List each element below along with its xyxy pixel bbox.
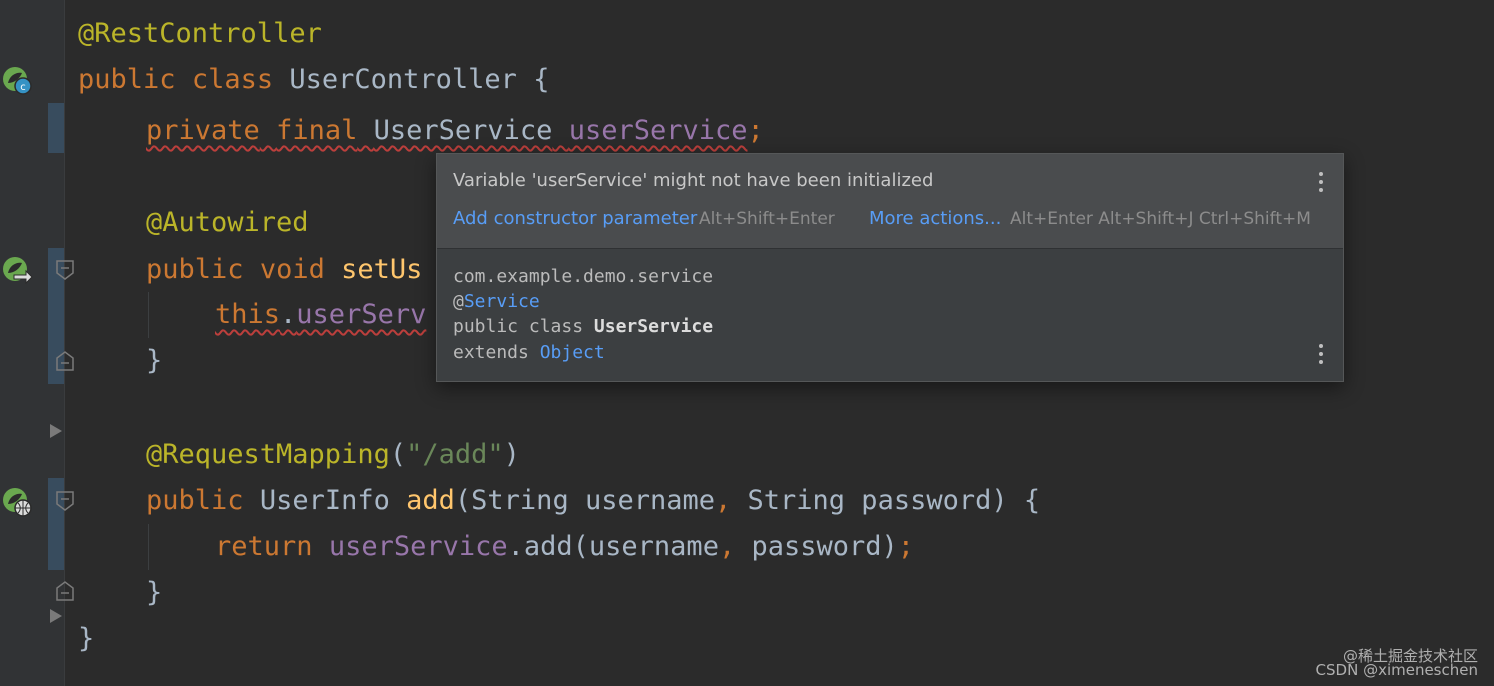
doc-annotation-line: @Service xyxy=(453,289,540,314)
dot-token: . xyxy=(280,299,297,330)
more-actions-link[interactable]: More actions... xyxy=(869,208,1001,229)
annotation-token: @RequestMapping xyxy=(146,439,390,470)
keyword-token: this xyxy=(215,299,281,330)
fold-end-icon[interactable] xyxy=(55,350,75,372)
problem-message: Variable 'userService' might not have be… xyxy=(453,170,934,191)
indent-guide xyxy=(148,292,149,338)
semicolon-token: ; xyxy=(747,115,764,146)
keyword-token: final xyxy=(276,115,358,146)
indent-guide xyxy=(148,524,149,570)
comma-token: , xyxy=(718,531,736,562)
paren-token: ( xyxy=(389,439,407,470)
doc-declaration-line: public class UserService xyxy=(453,314,713,339)
brace-token: { xyxy=(516,64,550,95)
inspection-popup: Variable 'userService' might not have be… xyxy=(436,153,1344,382)
code-line-5[interactable]: public void setUs xyxy=(146,247,422,293)
params-token: (String username xyxy=(454,485,715,516)
code-line-3[interactable]: private final UserService userService; xyxy=(146,108,764,154)
field-token: userServ xyxy=(296,299,427,330)
primary-action-shortcut: Alt+Shift+Enter xyxy=(699,209,835,229)
comma-token: , xyxy=(715,485,732,516)
spring-bean-class-icon[interactable]: c xyxy=(0,64,34,98)
popup-options-kebab-icon[interactable] xyxy=(1314,170,1328,194)
doc-object-link[interactable]: Object xyxy=(540,342,605,363)
code-line-12[interactable]: } xyxy=(78,616,94,662)
brace-token: } xyxy=(146,577,163,608)
fold-end-icon[interactable] xyxy=(55,580,75,602)
code-line-11[interactable]: } xyxy=(146,570,162,616)
doc-options-kebab-icon[interactable] xyxy=(1314,342,1328,366)
keyword-token: return xyxy=(215,531,313,562)
doc-extends-line: extends Object xyxy=(453,340,605,365)
code-line-2[interactable]: public class UserController { xyxy=(78,57,549,103)
brace-token: } xyxy=(78,623,95,654)
args-token: password) xyxy=(735,531,898,562)
doc-package: com.example.demo.service xyxy=(453,266,714,287)
code-line-7[interactable]: } xyxy=(146,338,162,384)
doc-extends-prefix: extends xyxy=(453,342,540,363)
doc-class-name: UserService xyxy=(593,316,714,337)
class-name-token: UserController xyxy=(289,64,517,95)
spring-autowired-method-icon[interactable] xyxy=(0,254,34,288)
collapsed-region-arrow-icon[interactable] xyxy=(47,422,65,440)
keyword-token: public xyxy=(146,254,244,285)
svg-text:c: c xyxy=(20,82,26,93)
fold-start-icon[interactable] xyxy=(55,259,75,281)
annotation-token: @RestController xyxy=(78,18,322,49)
call-token: .add(username xyxy=(507,531,719,562)
vcs-change-marker[interactable] xyxy=(48,103,64,153)
code-line-8[interactable]: @RequestMapping("/add") xyxy=(146,432,520,478)
field-token: userService xyxy=(328,531,508,562)
fold-start-icon[interactable] xyxy=(55,490,75,512)
doc-at-sign: @ xyxy=(453,291,464,312)
string-token: "/add" xyxy=(406,439,504,470)
code-line-4[interactable]: @Autowired xyxy=(146,200,309,246)
type-token: UserInfo xyxy=(259,485,390,516)
code-line-10[interactable]: return userService.add(username, passwor… xyxy=(215,524,914,570)
paren-token: ) xyxy=(503,439,520,470)
params-token: String password) { xyxy=(731,485,1041,516)
more-actions-shortcut: Alt+Enter Alt+Shift+J Ctrl+Shift+M xyxy=(1010,209,1311,229)
doc-decl-prefix: public class xyxy=(453,316,594,337)
keyword-token: public xyxy=(146,485,244,516)
code-line-1[interactable]: @RestController xyxy=(78,11,322,57)
add-constructor-parameter-link[interactable]: Add constructor parameter xyxy=(453,208,697,229)
keyword-token: private xyxy=(146,115,260,146)
popup-problem-section: Variable 'userService' might not have be… xyxy=(437,154,1343,249)
collapsed-region-arrow-icon[interactable] xyxy=(47,607,65,625)
annotation-token: @Autowired xyxy=(146,207,309,238)
code-line-6[interactable]: this.userServ xyxy=(215,292,426,338)
code-line-9[interactable]: public UserInfo add(String username, Str… xyxy=(146,478,1040,524)
brace-token: } xyxy=(146,345,163,376)
type-token: UserService xyxy=(373,115,553,146)
keyword-token: public xyxy=(78,64,176,95)
field-token: userService xyxy=(568,115,748,146)
keyword-token: void xyxy=(259,254,325,285)
watermark-csdn: CSDN @ximeneschen xyxy=(1315,661,1478,679)
method-name-token: setUs xyxy=(341,254,423,285)
semicolon-token: ; xyxy=(897,531,915,562)
keyword-token: class xyxy=(191,64,274,95)
method-name-token: add xyxy=(406,485,455,516)
doc-service-link[interactable]: Service xyxy=(464,291,540,312)
spring-request-mapping-icon[interactable] xyxy=(0,485,34,519)
